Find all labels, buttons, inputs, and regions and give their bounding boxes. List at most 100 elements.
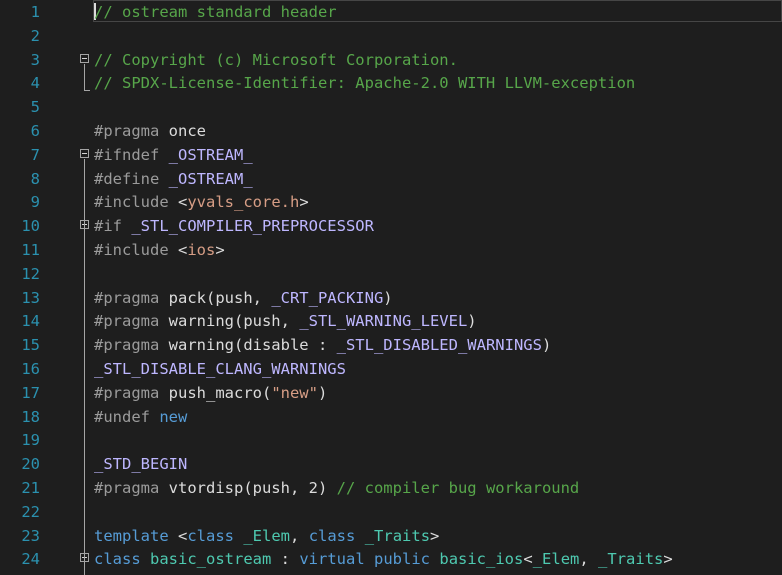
code-text[interactable]: #define _OSTREAM_ [94,167,253,191]
code-token-default: ) [541,336,552,355]
line-number: 1 [30,3,40,21]
code-line[interactable]: 24 class basic_ostream : virtual public b… [0,547,782,571]
code-token-comment: // compiler bug workaround [336,479,580,497]
code-line[interactable]: 8 #define _OSTREAM_ [0,167,782,191]
code-line[interactable]: 16 _STL_DISABLE_CLANG_WARNINGS [0,357,782,381]
code-line[interactable]: 6 #pragma once [0,119,782,143]
code-token-default [355,527,364,545]
code-token-default [430,550,439,568]
code-token-preprocessor: #pragma [94,383,160,402]
code-text[interactable]: #pragma warning(push, _STL_WARNING_LEVEL… [94,309,477,333]
line-number: 5 [30,98,40,117]
code-text[interactable]: // Copyright (c) Microsoft Corporation. [94,48,458,72]
code-token-default: warning(disable : [159,336,337,355]
code-line[interactable]: 5 [0,95,782,119]
collapse-region-icon[interactable] [80,148,89,158]
code-token-comment: // ostream standard header [94,3,337,21]
code-token-keyword: virtual [299,550,365,569]
line-number: 8 [30,169,40,188]
code-text[interactable]: #pragma once [94,119,206,143]
code-token-type: basic_ios [439,550,524,569]
code-token-macro: _STL_WARNING_LEVEL [299,312,468,331]
code-token-keyword: new [159,407,188,426]
line-number: 23 [21,526,40,545]
code-text[interactable]: _STD_BEGIN [94,452,187,476]
code-line[interactable]: 18 #undef new [0,405,782,429]
code-text[interactable]: #pragma push_macro("new") [94,381,327,405]
code-token-default [141,550,150,568]
code-token-default: < [168,526,188,545]
code-line[interactable]: 19 [0,428,782,452]
code-token-macro: _OSTREAM_ [159,145,253,164]
code-text[interactable]: // SPDX-License-Identifier: Apache-2.0 W… [94,71,635,95]
code-line[interactable]: 15 #pragma warning(disable : _STL_DISABLE… [0,333,782,357]
line-number: 11 [21,241,40,259]
code-token-default: : [271,550,300,569]
line-number: 17 [21,383,40,402]
code-token-default: ) [383,288,393,307]
code-token-preprocessor: #undef [94,407,150,426]
code-text[interactable]: #pragma warning(disable : _STL_DISABLED_… [94,333,551,357]
line-number: 2 [30,26,40,45]
code-token-preprocessor: #pragma [94,312,160,331]
code-line[interactable]: 10 #if _STL_COMPILER_PREPROCESSOR [0,214,782,238]
code-line[interactable]: 17 #pragma push_macro("new") [0,381,782,405]
code-token-string: ios [187,241,216,259]
code-token-string: yvals_core.h [187,193,300,212]
code-token-type: _Elem [532,550,580,569]
code-text[interactable]: _STL_DISABLE_CLANG_WARNINGS [94,357,346,381]
code-line[interactable]: 11 #include <ios> [0,238,782,262]
code-token-type: _Traits [598,550,664,569]
code-text[interactable]: #if _STL_COMPILER_PREPROCESSOR [94,214,374,238]
code-token-preprocessor: #pragma [94,336,160,355]
line-number: 12 [21,264,40,283]
code-line[interactable]: 12 [0,262,782,286]
code-text[interactable]: #ifndef _OSTREAM_ [94,143,253,167]
code-line[interactable]: 13 #pragma pack(push, _CRT_PACKING) [0,286,782,310]
code-text[interactable]: #pragma pack(push, _CRT_PACKING) [94,286,393,310]
code-line[interactable]: 9 #include <yvals_core.h> [0,190,782,214]
code-text[interactable]: #include <ios> [94,238,225,262]
code-text[interactable]: template <class _Elem, class _Traits> [94,524,439,548]
code-text[interactable]: // ostream standard header [94,0,337,24]
code-token-preprocessor: #ifndef [94,145,160,164]
code-token-type: basic_ostream [150,550,272,569]
code-line[interactable]: 14 #pragma warning(push, _STL_WARNING_LEV… [0,309,782,333]
code-line[interactable]: 1 // ostream standard header [0,0,782,24]
code-line[interactable]: 23 template <class _Elem, class _Traits> [0,524,782,548]
code-token-comment: // SPDX-License-Identifier: Apache-2.0 W… [94,74,636,93]
code-token-keyword: template [94,526,169,545]
code-token-default: < [168,193,188,212]
code-editor[interactable]: 1// ostream standard header 2 3// Copyrigh… [0,0,782,575]
code-line[interactable]: 2 [0,24,782,48]
line-number: 10 [21,217,40,236]
code-token-default: vtordisp(push, 2) [159,479,337,497]
code-text[interactable]: #pragma vtordisp(push, 2) // compiler bu… [94,476,579,500]
fold-guide-line [84,563,85,575]
line-number: 4 [30,74,40,93]
code-line[interactable]: 3 // Copyright (c) Microsoft Corporation. [0,48,782,72]
code-token-default: ) [467,312,477,331]
line-number: 13 [21,288,40,307]
code-text[interactable]: #undef new [94,405,187,429]
code-token-default: pack(push, [159,288,272,307]
code-text[interactable]: #include <yvals_core.h> [94,190,309,214]
code-token-macro: _STL_COMPILER_PREPROCESSOR [122,217,374,236]
line-number: 7 [30,145,40,164]
code-token-macro: _OSTREAM_ [159,169,253,188]
code-token-default: < [168,241,188,259]
code-token-default: > [215,241,225,259]
code-token-preprocessor: #pragma [94,479,160,497]
code-line[interactable]: 7 #ifndef _OSTREAM_ [0,143,782,167]
collapse-region-icon[interactable] [80,53,89,63]
code-token-preprocessor: #if [94,217,122,236]
code-text[interactable]: class basic_ostream : virtual public bas… [94,547,673,571]
code-line[interactable]: 20 _STD_BEGIN [0,452,782,476]
code-line[interactable]: 21 #pragma vtordisp(push, 2) // compiler … [0,476,782,500]
code-token-preprocessor: #include [94,241,169,259]
code-line[interactable]: 22 [0,500,782,524]
code-token-default: > [430,526,440,545]
line-number: 20 [21,455,40,474]
code-token-macro: _STD_BEGIN [94,455,188,474]
code-line[interactable]: 4 // SPDX-License-Identifier: Apache-2.0 … [0,71,782,95]
